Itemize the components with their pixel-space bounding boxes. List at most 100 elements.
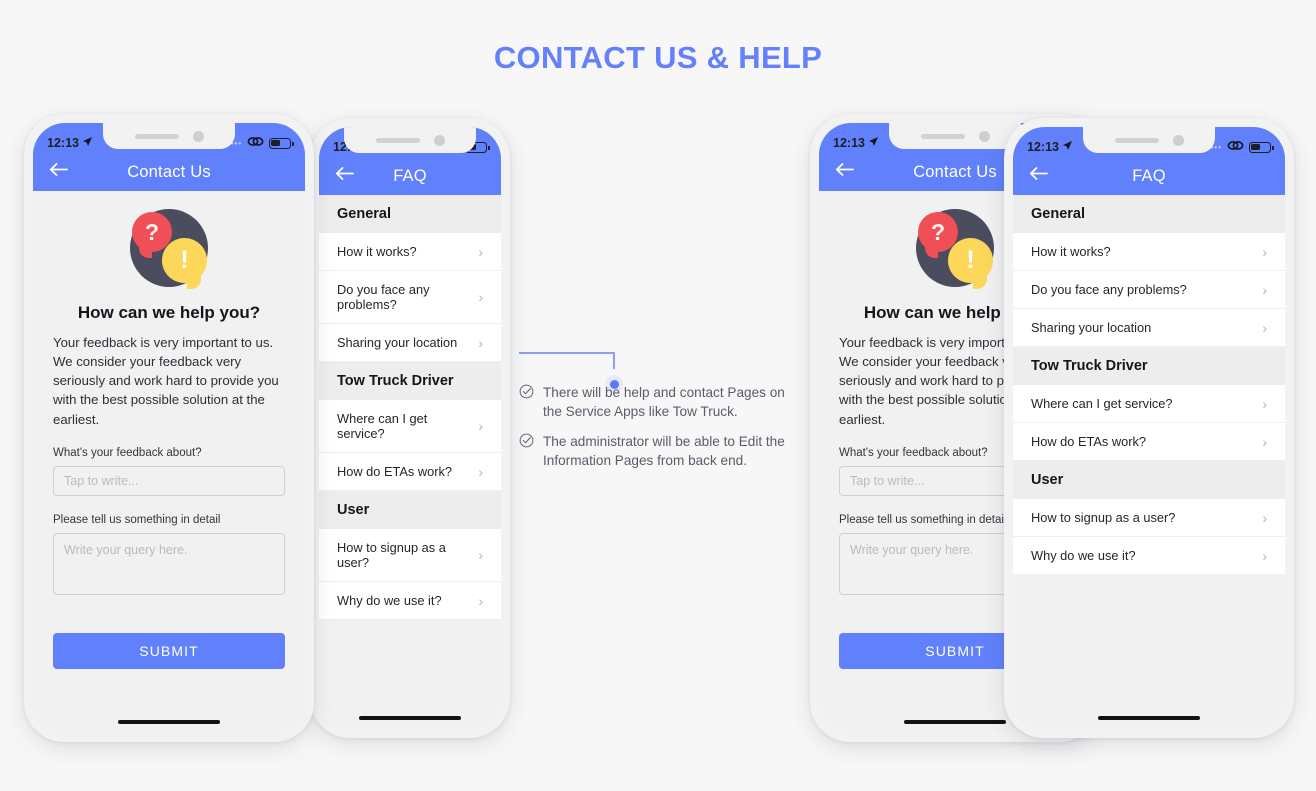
submit-button[interactable]: SUBMIT: [53, 632, 285, 669]
phone-faq-back: 12:13 •••• FAQ Gener: [310, 118, 510, 738]
front-camera: [978, 130, 990, 142]
help-bubbles-icon: ? !: [916, 209, 994, 289]
faq-section-title: Tow Truck Driver: [319, 362, 501, 400]
front-camera: [1172, 134, 1184, 146]
front-camera: [433, 134, 445, 146]
faq-list: General How it works? › Do you face any …: [1013, 195, 1285, 729]
exclamation-mark: !: [966, 246, 975, 274]
faq-section-title-general: General: [1013, 195, 1285, 233]
speaker-grille: [375, 137, 420, 143]
faq-section-title: General: [319, 195, 501, 233]
chevron-right-icon: ›: [1262, 243, 1267, 260]
subject-input[interactable]: Tap to write...: [53, 465, 285, 496]
help-bubbles-icon: ? !: [130, 209, 208, 289]
app-bar: FAQ: [319, 157, 501, 195]
faq-item-label: Do you face any problems?: [337, 282, 430, 312]
annotation-item: The administrator will be able to Edit t…: [519, 433, 799, 470]
status-left: 12:13: [833, 136, 879, 150]
annotation-text: The administrator will be able to Edit t…: [543, 434, 785, 468]
home-indicator: [1098, 716, 1200, 720]
faq-item-label: Where can I get service?: [1031, 396, 1173, 411]
notch: [889, 123, 1021, 149]
status-right: ••••: [227, 136, 294, 150]
wifi-icon: [1227, 140, 1244, 154]
back-arrow-icon[interactable]: [835, 163, 855, 182]
back-arrow-icon[interactable]: [49, 163, 69, 182]
faq-item-sharing-location[interactable]: Sharing your location ›: [1013, 309, 1285, 347]
faq-item-where-service[interactable]: Where can I get service? ›: [1013, 385, 1285, 423]
status-time: 12:13: [47, 136, 79, 150]
faq-item-why-use[interactable]: Why do we use it? ›: [1013, 537, 1285, 575]
faq-item-problems[interactable]: Do you face any problems? ›: [1013, 271, 1285, 309]
notch: [344, 127, 476, 153]
chevron-right-icon: ›: [1262, 509, 1267, 526]
status-right: ••••: [1207, 140, 1274, 154]
faq-item-signup[interactable]: How to signup as a user? ›: [1013, 499, 1285, 537]
faq-item-label: Do you face any problems?: [1031, 282, 1187, 297]
faq-item[interactable]: How it works? ›: [319, 233, 501, 271]
faq-item-label: Sharing your location: [337, 335, 458, 350]
faq-item-label: How to signup as a user?: [1031, 510, 1176, 525]
speaker-grille: [134, 133, 179, 139]
chevron-right-icon: ›: [1262, 319, 1267, 336]
faq-item[interactable]: Why do we use it? ›: [319, 582, 501, 620]
connector-line-vertical: [613, 352, 615, 369]
faq-item-label: Sharing your location: [1031, 320, 1152, 335]
contact-heading: How can we help you?: [77, 303, 261, 322]
speaker-grille: [1114, 137, 1159, 143]
page-title: CONTACT US & HELP: [493, 40, 823, 75]
faq-item-how-it-works[interactable]: How it works? ›: [1013, 233, 1285, 271]
faq-item[interactable]: Sharing your location ›: [319, 324, 501, 362]
app-bar: Contact Us: [33, 153, 305, 191]
home-indicator: [904, 720, 1006, 724]
faq-item[interactable]: How to signup as a user? ›: [319, 529, 501, 582]
status-time: 12:13: [1027, 140, 1059, 154]
chevron-right-icon: ›: [1262, 433, 1267, 450]
faq-item-label: How it works?: [1031, 244, 1111, 259]
status-left: 12:13: [47, 136, 93, 150]
faq-section-title-user: User: [1013, 461, 1285, 499]
chevron-right-icon: ›: [1262, 281, 1267, 298]
phone-faq-front: 12:13 •••• FAQ General How it works? › D…: [1004, 118, 1294, 738]
faq-item-label: How do ETAs work?: [337, 464, 452, 479]
annotation-item: There will be help and contact Pages on …: [519, 384, 799, 421]
exclamation-bubble-icon: !: [948, 238, 993, 289]
question-mark: ?: [144, 218, 160, 245]
faq-item-label: How do ETAs work?: [1031, 434, 1146, 449]
front-camera: [192, 130, 204, 142]
chevron-right-icon: ›: [478, 289, 483, 305]
check-circle-icon: [519, 433, 534, 470]
home-indicator: [118, 720, 220, 724]
faq-item-etas[interactable]: How do ETAs work? ›: [1013, 423, 1285, 461]
faq-section-title: User: [319, 491, 501, 529]
chevron-right-icon: ›: [478, 547, 483, 563]
app-bar-title: FAQ: [1132, 166, 1166, 185]
exclamation-mark: !: [180, 246, 189, 274]
annotation-list: There will be help and contact Pages on …: [519, 384, 799, 482]
chevron-right-icon: ›: [1262, 395, 1267, 412]
status-time: 12:13: [833, 136, 865, 150]
app-bar: FAQ: [1013, 157, 1285, 195]
status-left: 12:13: [1027, 140, 1073, 154]
subject-label: What's your feedback about?: [53, 446, 202, 459]
phone-contact-front: 12:13 •••• Contact Us ? ! How can we hel…: [24, 114, 314, 742]
faq-item[interactable]: Do you face any problems? ›: [319, 271, 501, 324]
notch: [103, 123, 235, 149]
battery-icon: [269, 137, 294, 149]
back-arrow-icon[interactable]: [335, 167, 355, 186]
notch: [1083, 127, 1215, 153]
faq-item-label: Where can I get service?: [337, 411, 428, 441]
faq-item-label: How to signup as a user?: [337, 540, 446, 570]
speaker-grille: [920, 133, 965, 139]
faq-item[interactable]: Where can I get service? ›: [319, 400, 501, 453]
faq-item-label: Why do we use it?: [1031, 548, 1136, 563]
location-arrow-icon: [1062, 140, 1073, 154]
annotation-text: There will be help and contact Pages on …: [543, 385, 785, 419]
chevron-right-icon: ›: [478, 243, 483, 260]
location-arrow-icon: [868, 136, 879, 150]
detail-textarea[interactable]: Write your query here.: [53, 532, 285, 595]
contact-form: ? ! How can we help you? Your feedback i…: [33, 209, 305, 733]
faq-item[interactable]: How do ETAs work? ›: [319, 453, 501, 491]
screenshot-stage: CONTACT US & HELP 12:13 ••••: [0, 0, 1316, 791]
back-arrow-icon[interactable]: [1029, 167, 1049, 186]
